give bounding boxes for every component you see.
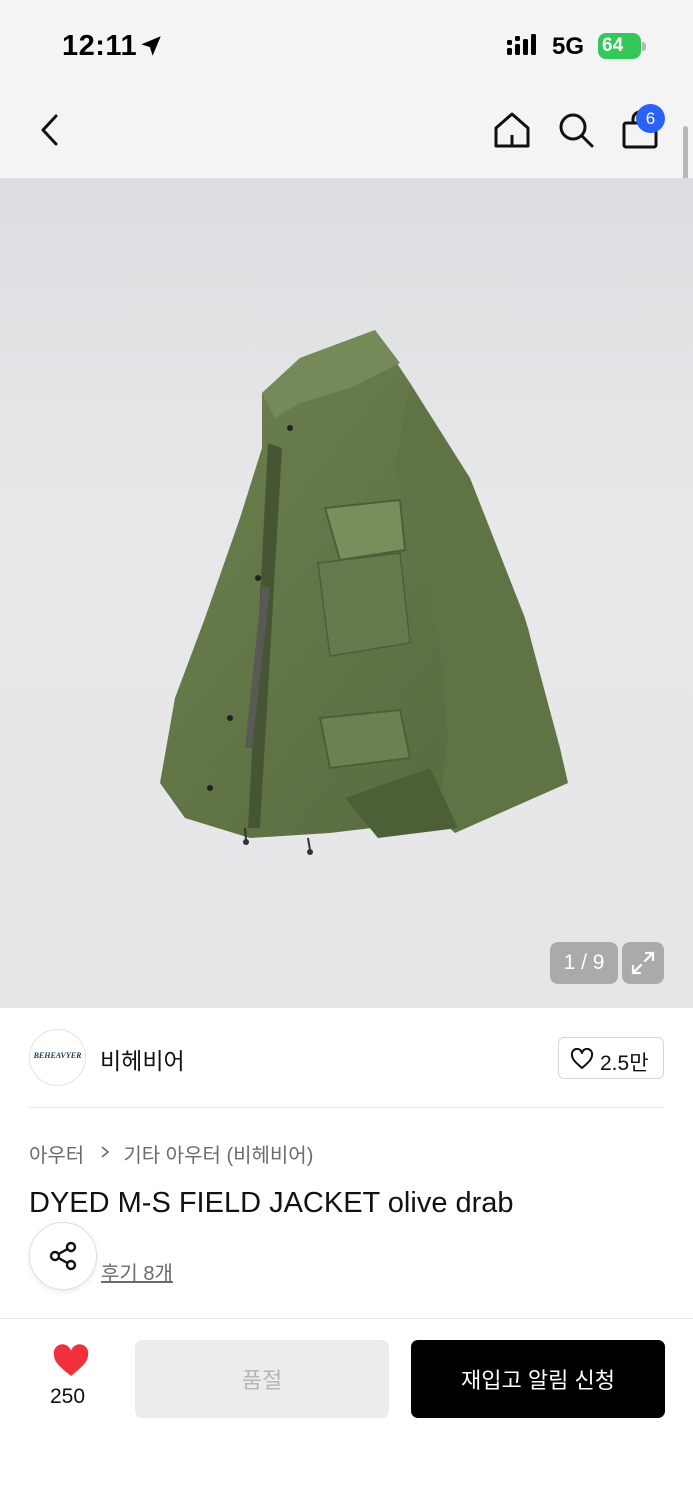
heart-outline-icon — [570, 1048, 594, 1069]
network-label: 5G — [552, 33, 585, 60]
brand-like-button[interactable]: 2.5만 — [558, 1037, 664, 1079]
battery-level: 64 — [602, 35, 624, 56]
heart-filled-icon — [53, 1344, 89, 1376]
bottom-bar-divider — [0, 1318, 693, 1319]
cart-count-badge: 6 — [636, 104, 665, 133]
breadcrumb-item-subcategory[interactable]: 기타 아우터 (비헤비어) — [123, 1139, 313, 1168]
chevron-left-icon — [41, 114, 58, 146]
expand-image-button[interactable] — [622, 942, 664, 984]
back-button[interactable] — [30, 110, 70, 150]
wishlist-count: 250 — [50, 1385, 86, 1408]
chevron-right-icon — [101, 1146, 110, 1158]
search-icon — [559, 113, 594, 148]
status-time: 12:11 — [62, 30, 138, 62]
product-title: DYED M-S FIELD JACKET olive drab — [29, 1187, 514, 1219]
battery-indicator: 64 — [598, 33, 646, 59]
cellular-signal-icon — [507, 34, 536, 55]
search-button[interactable] — [554, 108, 598, 152]
brand-row: BEHEAVYER 비헤비어 2.5만 — [0, 1008, 693, 1108]
home-icon — [494, 112, 530, 148]
brand-logo-text: BEHEAVYER — [33, 1051, 82, 1060]
product-image-gallery[interactable]: 1 / 9 — [0, 178, 693, 1008]
soldout-button[interactable]: 품절 — [135, 1340, 389, 1418]
share-button[interactable] — [29, 1222, 97, 1290]
product-photo-jacket — [160, 330, 568, 855]
section-divider — [29, 1107, 664, 1108]
restock-alert-button[interactable]: 재입고 알림 신청 — [411, 1340, 665, 1418]
brand-like-count: 2.5만 — [600, 1052, 649, 1075]
reviews-link[interactable]: 후기 8개 — [101, 1257, 173, 1286]
breadcrumb-item-category[interactable]: 아우터 — [29, 1139, 84, 1168]
brand-name[interactable]: 비헤비어 — [100, 1042, 185, 1076]
home-button[interactable] — [490, 108, 534, 152]
image-page-counter: 1 / 9 — [550, 942, 618, 984]
status-bar: 12:11 5G 64 — [0, 0, 693, 90]
share-icon — [49, 1241, 77, 1271]
location-arrow-icon — [141, 36, 161, 56]
expand-icon — [631, 951, 655, 975]
brand-logo[interactable]: BEHEAVYER — [29, 1029, 86, 1086]
breadcrumb: 아우터 기타 아우터 (비헤비어) — [29, 1139, 313, 1168]
top-nav-bar: 6 — [0, 90, 693, 178]
